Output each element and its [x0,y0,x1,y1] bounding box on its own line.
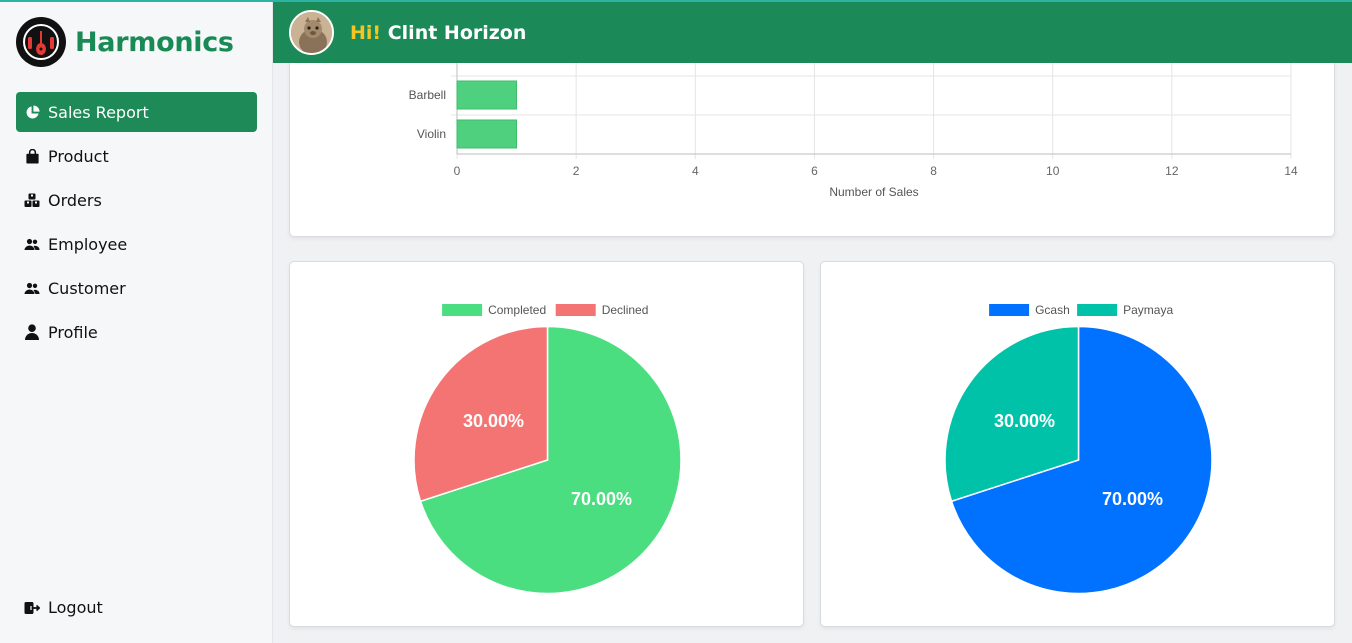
pie-data-label: 30.00% [994,411,1055,431]
sidebar-item-orders[interactable]: Orders [16,180,257,220]
user-icon [24,324,40,340]
order-status-pie-chart: Completed Declined 70.00% 30.00% [413,303,682,595]
sidebar-item-customer[interactable]: Customer [16,268,257,308]
top-accent-line [0,0,1352,2]
legend-swatch[interactable] [442,304,483,316]
guitar-logo-icon [16,17,66,67]
logout-icon [24,600,40,616]
greeting: Hi! Clint Horizon [350,22,526,44]
legend-label[interactable]: Gcash [1035,303,1070,317]
legend-label[interactable]: Completed [488,303,546,317]
pie-data-label: 30.00% [463,411,524,431]
brand-name: Harmonics [75,26,234,58]
sidebar: Harmonics Sales Report Product Orders Em… [0,0,273,643]
x-tick-label: 0 [454,164,461,178]
x-tick-label: 2 [573,164,580,178]
sidebar-item-label: Orders [48,190,102,210]
payment-method-pie-chart: Gcash Paymaya 70.00% 30.00% [944,303,1213,595]
greeting-prefix: Hi! [350,21,382,44]
logout-label: Logout [48,598,103,617]
x-tick-label: 6 [811,164,818,178]
legend-swatch[interactable] [989,304,1030,316]
sidebar-item-label: Profile [48,322,98,342]
order-status-pie-card: Completed Declined 70.00% 30.00% [289,261,804,627]
avatar[interactable] [289,10,334,55]
legend-label[interactable]: Paymaya [1123,303,1173,317]
legend-label[interactable]: Declined [602,303,649,317]
sidebar-item-employee[interactable]: Employee [16,224,257,264]
pie-data-label: 70.00% [1102,489,1163,509]
logout-button[interactable]: Logout [24,598,103,617]
sidebar-item-label: Product [48,146,109,166]
shopping-bag-icon [24,148,40,164]
payment-method-pie-card: Gcash Paymaya 70.00% 30.00% [820,261,1335,627]
sidebar-item-label: Customer [48,278,126,298]
brand[interactable]: Harmonics [16,17,234,67]
users-icon [24,236,40,252]
users-icon [24,280,40,296]
sidebar-item-label: Sales Report [48,102,149,122]
x-tick-label: 14 [1284,164,1298,178]
pie-data-label: 70.00% [571,489,632,509]
sidebar-nav: Sales Report Product Orders Employee Cus… [16,92,257,356]
sidebar-item-label: Employee [48,234,128,254]
top-header: Hi! Clint Horizon [273,2,1352,63]
pie-chart-icon [24,104,40,120]
bar-barbell[interactable] [456,80,518,110]
y-tick-label: Barbell [409,88,446,102]
user-name: Clint Horizon [387,21,527,44]
x-tick-label: 8 [930,164,937,178]
x-tick-label: 10 [1046,164,1060,178]
bar-violin[interactable] [456,119,518,149]
x-tick-label: 4 [692,164,699,178]
sidebar-item-sales-report[interactable]: Sales Report [16,92,257,132]
y-tick-label: Violin [417,127,446,141]
pie-legend: Completed Declined [442,303,648,317]
pie-legend: Gcash Paymaya [989,303,1173,317]
legend-swatch[interactable] [555,304,596,316]
legend-swatch[interactable] [1077,304,1118,316]
boxes-icon [24,192,40,208]
x-axis-title: Number of Sales [829,185,918,199]
x-tick-label: 12 [1165,164,1179,178]
sidebar-item-profile[interactable]: Profile [16,312,257,352]
sidebar-item-product[interactable]: Product [16,136,257,176]
